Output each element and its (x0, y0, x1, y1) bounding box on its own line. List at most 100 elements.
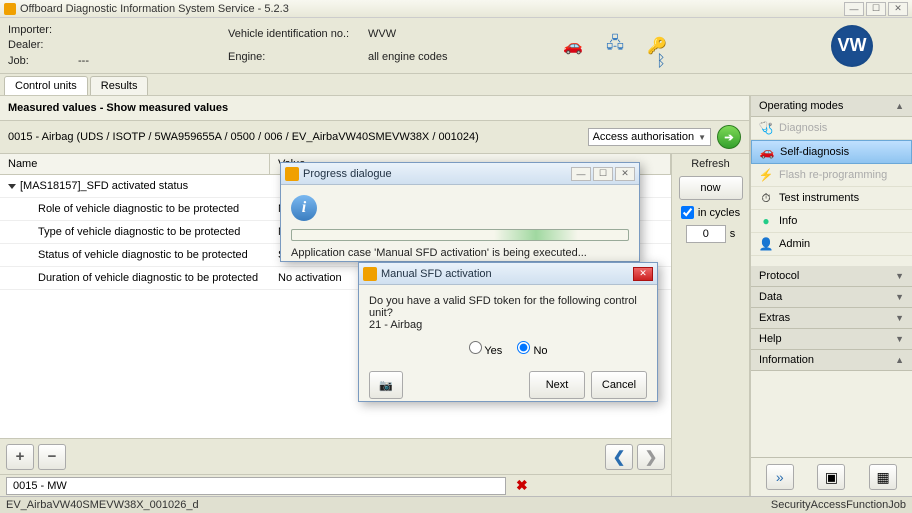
sfd-dialog: Manual SFD activation ✕ Do you have a va… (358, 262, 658, 402)
expand-icon: ▼ (895, 271, 904, 281)
mode-test-instruments[interactable]: ⏱Test instruments (751, 187, 912, 210)
remove-button[interactable]: − (38, 444, 66, 470)
mode-flash: ⚡Flash re-programming (751, 164, 912, 187)
section-title: Measured values - Show measured values (0, 96, 749, 121)
caret-down-icon (8, 184, 16, 189)
close-window-button[interactable]: ✕ (888, 2, 908, 16)
status-combo[interactable]: 0015 - MW (6, 477, 506, 495)
dialog-app-icon (363, 267, 377, 281)
progress-dialog: Progress dialogue — ☐ ✕ i Application ca… (280, 162, 640, 262)
help-header[interactable]: Help▼ (751, 329, 912, 350)
ecu-identifier: 0015 - Airbag (UDS / ISOTP / 5WA959655A … (8, 131, 582, 143)
prev-button[interactable]: ❮ (605, 444, 633, 470)
window-titlebar: Offboard Diagnostic Information System S… (0, 0, 912, 18)
cycles-seconds-input[interactable] (686, 225, 726, 243)
tab-control-units[interactable]: Control units (4, 76, 88, 95)
progress-close-button[interactable]: ✕ (615, 167, 635, 181)
extras-header[interactable]: Extras▼ (751, 308, 912, 329)
footer-left: EV_AirbaVW40SMEVW38X_001026_d (6, 499, 199, 511)
engine-value: all engine codes (368, 51, 448, 63)
progress-minimize-button[interactable]: — (571, 167, 591, 181)
sfd-no-radio[interactable] (517, 341, 530, 354)
expand-icon: ▼ (895, 334, 904, 344)
sfd-dialog-title: Manual SFD activation (381, 268, 629, 280)
dialog-app-icon (285, 167, 299, 181)
connection-icon[interactable]: 🖧 (604, 35, 626, 57)
next-button[interactable]: ❯ (637, 444, 665, 470)
collapse-icon: ▲ (895, 101, 904, 111)
mode-info[interactable]: ●Info (751, 210, 912, 233)
car-icon[interactable]: 🚗 (562, 35, 584, 57)
maximize-button[interactable]: ☐ (866, 2, 886, 16)
self-diagnosis-icon: 🚗 (760, 145, 774, 159)
collapse-icon: ▲ (895, 355, 904, 365)
select-icon-button[interactable]: ▣ (817, 464, 845, 490)
header-info: Importer: Dealer: Job:--- Vehicle identi… (0, 18, 912, 74)
bluetooth-icon[interactable]: ᛒ (650, 51, 672, 73)
seconds-unit: s (730, 228, 736, 240)
sfd-close-button[interactable]: ✕ (633, 267, 653, 281)
engine-label: Engine: (228, 51, 368, 63)
access-authorisation-label: Access authorisation (593, 131, 695, 143)
delete-icon[interactable]: ✖ (516, 477, 528, 494)
importer-label: Importer: (8, 24, 78, 36)
column-name-header[interactable]: Name (0, 154, 270, 174)
row-name: Duration of vehicle diagnostic to be pro… (0, 267, 270, 289)
mode-diagnosis: 🩺Diagnosis (751, 117, 912, 140)
dealer-label: Dealer: (8, 39, 78, 51)
info-icon: ● (759, 214, 773, 228)
vw-logo: VW (831, 25, 873, 67)
job-value: --- (78, 55, 89, 67)
sfd-question: Do you have a valid SFD token for the fo… (369, 295, 637, 319)
progress-bar (291, 229, 629, 241)
row-name: Role of vehicle diagnostic to be protect… (0, 198, 270, 220)
right-panel: Operating modes▲ 🩺Diagnosis 🚗Self-diagno… (750, 96, 912, 496)
info-circle-icon: i (291, 195, 317, 221)
flash-icon: ⚡ (759, 168, 773, 182)
next-button[interactable]: Next (529, 371, 585, 399)
refresh-label: Refresh (691, 158, 730, 170)
data-header[interactable]: Data▼ (751, 287, 912, 308)
window-title: Offboard Diagnostic Information System S… (20, 3, 844, 15)
job-label: Job: (8, 55, 78, 67)
go-button[interactable]: ➔ (717, 125, 741, 149)
cycles-checkbox[interactable] (681, 206, 694, 219)
tab-bar: Control units Results (0, 74, 912, 96)
tab-results[interactable]: Results (90, 76, 149, 95)
add-button[interactable]: + (6, 444, 34, 470)
vin-label: Vehicle identification no.: (228, 28, 368, 40)
cancel-button[interactable]: Cancel (591, 371, 647, 399)
row-name: Status of vehicle diagnostic to be prote… (0, 244, 270, 266)
progress-text: Application case 'Manual SFD activation'… (291, 247, 629, 259)
diagnosis-icon: 🩺 (759, 121, 773, 135)
protocol-header[interactable]: Protocol▼ (751, 266, 912, 287)
mode-self-diagnosis[interactable]: 🚗Self-diagnosis (751, 140, 912, 164)
sfd-yes-radio[interactable] (469, 341, 482, 354)
mode-admin[interactable]: 👤Admin (751, 233, 912, 256)
chevron-down-icon: ▼ (698, 133, 706, 142)
expand-icon: ▼ (895, 292, 904, 302)
progress-maximize-button[interactable]: ☐ (593, 167, 613, 181)
vin-value: WVW (368, 28, 396, 40)
screenshot-button[interactable]: 📷 (369, 371, 403, 399)
operating-modes-header[interactable]: Operating modes▲ (751, 96, 912, 117)
minimize-button[interactable]: — (844, 2, 864, 16)
status-bar: EV_AirbaVW40SMEVW38X_001026_d SecurityAc… (0, 496, 912, 513)
camera-icon: 📷 (379, 379, 393, 392)
admin-icon: 👤 (759, 237, 773, 251)
progress-dialog-title: Progress dialogue (303, 168, 567, 180)
access-authorisation-combo[interactable]: Access authorisation ▼ (588, 128, 711, 146)
refresh-now-button[interactable]: now (679, 176, 743, 200)
sfd-no-option[interactable]: No (517, 345, 547, 357)
refresh-panel: Refresh now in cycles s (671, 154, 749, 496)
gauge-icon: ⏱ (759, 191, 773, 205)
forward-icon-button[interactable]: » (766, 464, 794, 490)
grid-icon-button[interactable]: ▦ (869, 464, 897, 490)
cycles-label: in cycles (698, 207, 740, 219)
footer-right: SecurityAccessFunctionJob (771, 499, 906, 511)
expand-icon: ▼ (895, 313, 904, 323)
group-label: [MAS18157]_SFD activated status (20, 180, 188, 192)
sfd-yes-option[interactable]: Yes (469, 345, 503, 357)
app-icon (4, 3, 16, 15)
information-header[interactable]: Information▲ (751, 350, 912, 371)
